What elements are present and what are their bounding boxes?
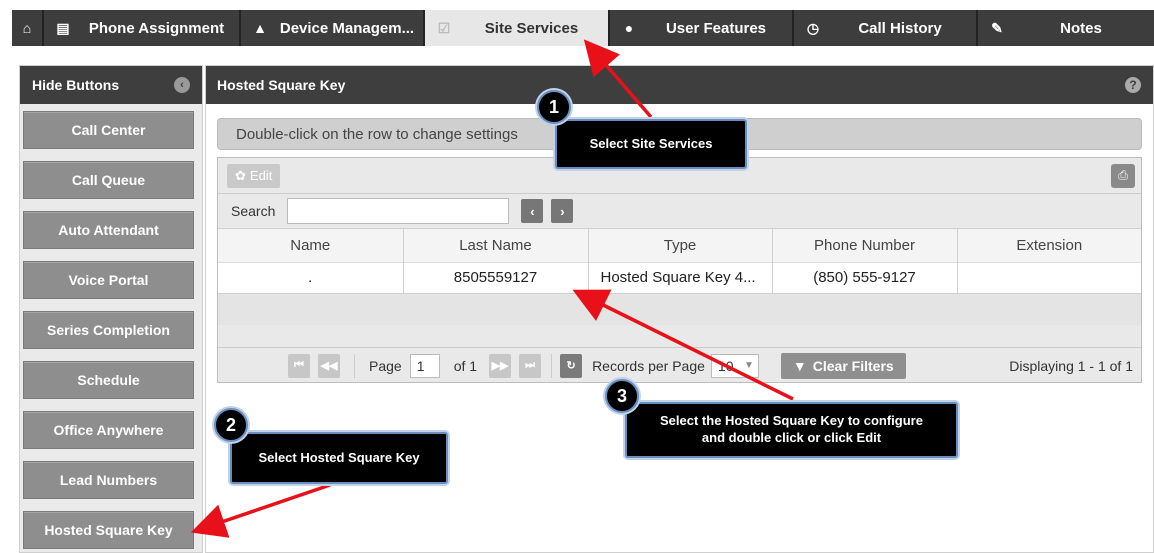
tab-device-management[interactable]: ▲ Device Managem... xyxy=(241,10,425,46)
callout-step-3: Select the Hosted Square Key to configur… xyxy=(625,402,958,458)
records-per-page-select[interactable]: 10 ▼ xyxy=(710,353,759,378)
pagination-bar: ⏮ ◀◀ Page 1 of 1 ▶▶ ⏭ ↻ Records per Page… xyxy=(218,347,1141,383)
cell-phone-number: (850) 555-9127 xyxy=(772,262,958,293)
cell-type: Hosted Square Key 4... xyxy=(588,262,773,293)
tab-label: Call History xyxy=(858,19,942,37)
tab-label: Phone Assignment xyxy=(88,19,225,37)
next-page-icon[interactable]: ▶▶ xyxy=(489,353,512,378)
refresh-icon[interactable]: ↻ xyxy=(560,353,583,378)
cell-extension xyxy=(957,262,1141,293)
help-icon[interactable]: ? xyxy=(1125,77,1141,93)
home-icon: ⌂ xyxy=(22,20,32,36)
auto-attendant-button[interactable]: Auto Attendant xyxy=(23,211,194,249)
next-icon[interactable]: › xyxy=(551,199,574,223)
call-center-button[interactable]: Call Center xyxy=(23,111,194,149)
search-input[interactable] xyxy=(287,198,510,224)
tab-label: Site Services xyxy=(484,19,579,37)
tab-phone-assignment[interactable]: ▤ Phone Assignment xyxy=(44,10,241,46)
call-queue-button[interactable]: Call Queue xyxy=(23,161,194,199)
gear-icon: ✿ xyxy=(235,167,246,183)
column-header-phone-number[interactable]: Phone Number xyxy=(772,228,958,263)
data-grid: ✿ Edit ⎙ Search ‹ › Name Last Name Type … xyxy=(217,157,1142,383)
print-icon[interactable]: ⎙ xyxy=(1111,163,1135,188)
collapse-icon[interactable]: ‹ xyxy=(174,77,190,93)
edit-label: Edit xyxy=(249,168,273,183)
check-icon: ☑ xyxy=(437,19,451,36)
table-row[interactable]: . 8505559127 Hosted Square Key 4... (850… xyxy=(218,262,1141,293)
sidebar-header[interactable]: Hide Buttons ‹ xyxy=(20,66,202,104)
step-badge-3: 3 xyxy=(605,379,639,413)
column-header-type[interactable]: Type xyxy=(588,228,773,263)
tab-site-services[interactable]: ☑ Site Services xyxy=(425,10,610,46)
edit-button[interactable]: ✿ Edit xyxy=(227,163,281,188)
sidebar: Hide Buttons ‹ Call Center Call Queue Au… xyxy=(19,65,203,553)
step-badge-2: 2 xyxy=(214,408,248,442)
tab-home[interactable]: ⌂ xyxy=(12,10,44,46)
clear-filters-button[interactable]: ▼ Clear Filters xyxy=(780,352,906,379)
pencil-icon: ✎ xyxy=(991,19,1003,36)
page-input[interactable]: 1 xyxy=(409,353,440,378)
schedule-button[interactable]: Schedule xyxy=(23,361,194,399)
records-per-page-value: 10 xyxy=(717,357,734,374)
tab-user-features[interactable]: ● User Features xyxy=(610,10,794,46)
first-page-icon[interactable]: ⏮ xyxy=(288,353,310,378)
lead-numbers-button[interactable]: Lead Numbers xyxy=(23,461,194,499)
filter-icon: ▼ xyxy=(792,357,807,374)
hosted-square-key-button[interactable]: Hosted Square Key xyxy=(23,511,194,549)
tab-label: Notes xyxy=(1060,19,1102,37)
tab-notes[interactable]: ✎ Notes xyxy=(978,10,1154,46)
divider xyxy=(354,353,355,378)
cell-name: . xyxy=(218,262,404,293)
divider xyxy=(551,353,553,378)
search-row: Search ‹ › xyxy=(218,194,1141,228)
last-page-icon[interactable]: ⏭ xyxy=(519,353,542,378)
previous-page-icon[interactable]: ◀◀ xyxy=(318,353,340,378)
column-header-last-name[interactable]: Last Name xyxy=(403,228,589,263)
records-per-page-label: Records per Page xyxy=(592,357,705,374)
clock-icon: ◷ xyxy=(806,19,820,36)
page-total: of 1 xyxy=(453,357,478,374)
search-label: Search xyxy=(231,203,276,219)
previous-icon[interactable]: ‹ xyxy=(521,199,544,223)
table-empty-area xyxy=(218,292,1141,325)
voice-portal-button[interactable]: Voice Portal xyxy=(23,261,194,299)
results-table: Name Last Name Type Phone Number Extensi… xyxy=(218,228,1141,293)
column-header-name[interactable]: Name xyxy=(218,228,404,263)
office-anywhere-button[interactable]: Office Anywhere xyxy=(23,411,194,449)
table-header-row: Name Last Name Type Phone Number Extensi… xyxy=(218,228,1141,263)
series-completion-button[interactable]: Series Completion xyxy=(23,311,194,349)
bell-icon: ▲ xyxy=(253,20,267,36)
panel-header: Hosted Square Key ? xyxy=(206,66,1153,104)
top-tab-bar: ⌂ ▤ Phone Assignment ▲ Device Managem...… xyxy=(12,10,1154,46)
cell-last-name: 8505559127 xyxy=(403,262,589,293)
user-icon: ● xyxy=(624,20,634,36)
hide-buttons-label: Hide Buttons xyxy=(32,77,120,93)
tab-call-history[interactable]: ◷ Call History xyxy=(794,10,978,46)
clear-filters-label: Clear Filters xyxy=(812,357,894,374)
callout-step-2: Select Hosted Square Key xyxy=(230,432,448,484)
displaying-status: Displaying 1 - 1 of 1 xyxy=(1009,357,1133,374)
tab-label: User Features xyxy=(665,19,767,37)
panel-title: Hosted Square Key xyxy=(217,77,346,93)
callout-step-1: Select Site Services xyxy=(555,119,747,169)
tab-label: Device Managem... xyxy=(279,19,415,37)
chevron-down-icon: ▼ xyxy=(744,360,754,371)
column-header-extension[interactable]: Extension xyxy=(957,228,1141,263)
step-badge-1: 1 xyxy=(537,90,571,124)
page-label: Page xyxy=(369,357,402,374)
list-icon: ▤ xyxy=(56,19,70,36)
